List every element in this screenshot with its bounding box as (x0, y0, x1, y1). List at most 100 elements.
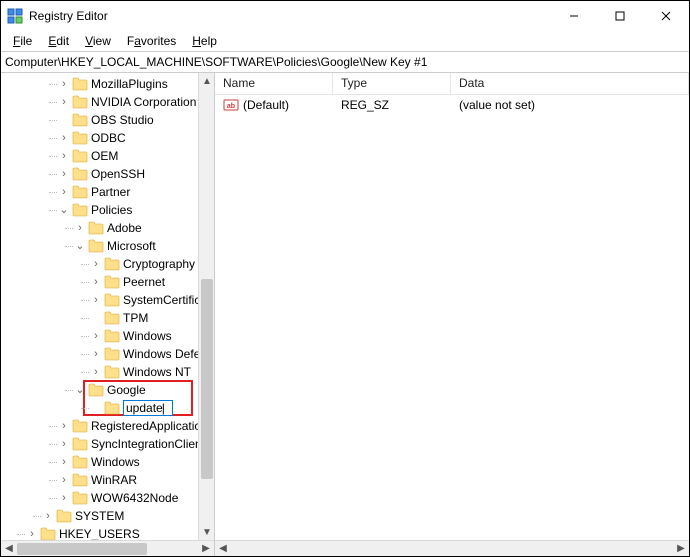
scroll-right-arrow[interactable]: ▶ (198, 541, 214, 557)
folder-icon (72, 491, 88, 505)
folder-icon (72, 95, 88, 109)
tree-item-system[interactable]: › SYSTEM (3, 507, 214, 525)
tree-item-label: OBS Studio (91, 111, 154, 129)
tree: ›MozillaPlugins›NVIDIA CorporationOBS St… (1, 73, 214, 540)
expand-toggle[interactable]: › (57, 183, 71, 201)
tree-item-label: Policies (91, 201, 132, 219)
tree-item-windows[interactable]: › Windows (3, 327, 214, 345)
expand-toggle[interactable]: ⌄ (57, 201, 71, 219)
tree-item-google[interactable]: ⌄ Google (3, 381, 214, 399)
expand-toggle[interactable]: › (57, 93, 71, 111)
tree-item-openssh[interactable]: ›OpenSSH (3, 165, 214, 183)
tree-item-windows-defen[interactable]: › Windows Defen (3, 345, 214, 363)
expand-toggle[interactable]: › (57, 453, 71, 471)
app-icon (7, 8, 23, 24)
tree-item-peernet[interactable]: ›Peernet (3, 273, 214, 291)
tree-item-cryptography[interactable]: › Cryptography (3, 255, 214, 273)
expand-toggle[interactable]: › (57, 129, 71, 147)
tree-item-systemcertifica[interactable]: ›SystemCertifica (3, 291, 214, 309)
expand-toggle[interactable]: › (89, 363, 103, 381)
folder-icon (104, 365, 120, 379)
column-type[interactable]: Type (333, 73, 451, 94)
scroll-down-arrow[interactable]: ▼ (199, 524, 215, 540)
maximize-button[interactable] (597, 1, 643, 31)
tree-item-mozillaplugins[interactable]: ›MozillaPlugins (3, 75, 214, 93)
tree-item-label: SYSTEM (75, 507, 124, 525)
column-data[interactable]: Data (451, 73, 689, 94)
folder-icon (72, 437, 88, 451)
expand-toggle[interactable]: › (57, 165, 71, 183)
scroll-right-arrow[interactable]: ▶ (673, 541, 689, 557)
tree-item-windows[interactable]: ›Windows (3, 453, 214, 471)
menu-help[interactable]: Help (184, 32, 225, 50)
tree-item-adobe[interactable]: › Adobe (3, 219, 214, 237)
expand-toggle[interactable]: › (89, 255, 103, 273)
tree-item-label: Google (107, 381, 146, 399)
tree-item-winrar[interactable]: ›WinRAR (3, 471, 214, 489)
titlebar: Registry Editor (1, 1, 689, 31)
tree-item-label: Cryptography (123, 255, 195, 273)
folder-icon (104, 311, 120, 325)
expand-toggle[interactable]: › (89, 291, 103, 309)
tree-item-nvidia-corporation[interactable]: ›NVIDIA Corporation (3, 93, 214, 111)
tree-item-tpm[interactable]: TPM (3, 309, 214, 327)
tree-item-label: Windows NT (123, 363, 191, 381)
expand-toggle[interactable]: ⌄ (73, 381, 87, 399)
tree-item-update[interactable]: update| (3, 399, 214, 417)
tree-item-registeredapplication[interactable]: ›RegisteredApplication (3, 417, 214, 435)
scroll-thumb-h[interactable] (17, 543, 147, 555)
expand-toggle[interactable]: › (41, 507, 55, 525)
tree-item-label: SyncIntegrationClient (91, 435, 205, 453)
tree-item-policies[interactable]: ⌄ Policies (3, 201, 214, 219)
rename-input[interactable]: update| (123, 400, 173, 416)
tree-item-partner[interactable]: ›Partner (3, 183, 214, 201)
tree-item-windows-nt[interactable]: › Windows NT (3, 363, 214, 381)
list-horizontal-scrollbar[interactable]: ◀ ▶ (215, 540, 689, 556)
address-bar[interactable]: Computer\HKEY_LOCAL_MACHINE\SOFTWARE\Pol… (1, 51, 689, 73)
expand-toggle[interactable]: › (89, 327, 103, 345)
tree-item-label: Windows (123, 327, 172, 345)
scroll-left-arrow[interactable]: ◀ (215, 541, 231, 557)
menu-edit[interactable]: Edit (40, 32, 77, 50)
menu-view[interactable]: View (77, 32, 119, 50)
scroll-up-arrow[interactable]: ▲ (199, 73, 215, 89)
tree-horizontal-scrollbar[interactable]: ◀ ▶ (1, 540, 214, 556)
column-name[interactable]: Name (215, 73, 333, 94)
expand-toggle[interactable]: › (89, 273, 103, 291)
tree-scroll[interactable]: ›MozillaPlugins›NVIDIA CorporationOBS St… (1, 73, 214, 540)
tree-item-odbc[interactable]: ›ODBC (3, 129, 214, 147)
folder-icon (88, 239, 104, 253)
list-row[interactable]: ab (Default) REG_SZ (value not set) (215, 95, 689, 115)
expand-toggle[interactable]: › (73, 219, 87, 237)
tree-item-microsoft[interactable]: ⌄Microsoft (3, 237, 214, 255)
tree-item-wow6432node[interactable]: ›WOW6432Node (3, 489, 214, 507)
expand-toggle[interactable]: › (25, 525, 39, 540)
menu-file[interactable]: File (5, 32, 40, 50)
scroll-left-arrow[interactable]: ◀ (1, 541, 17, 557)
tree-pane: ›MozillaPlugins›NVIDIA CorporationOBS St… (1, 73, 215, 556)
expand-toggle[interactable]: › (57, 435, 71, 453)
tree-item-label: Windows Defen (123, 345, 207, 363)
expand-toggle[interactable]: › (89, 345, 103, 363)
minimize-button[interactable] (551, 1, 597, 31)
list-body[interactable]: ab (Default) REG_SZ (value not set) (215, 95, 689, 540)
menu-help-label: elp (201, 34, 217, 48)
tree-item-oem[interactable]: ›OEM (3, 147, 214, 165)
tree-item-hkey-users[interactable]: ›HKEY_USERS (3, 525, 214, 540)
expand-toggle[interactable]: › (57, 489, 71, 507)
expand-toggle[interactable]: › (57, 417, 71, 435)
close-button[interactable] (643, 1, 689, 31)
tree-item-label: Adobe (107, 219, 142, 237)
menu-favorites[interactable]: Favorites (119, 32, 184, 50)
menu-file-label: ile (20, 34, 32, 48)
tree-item-syncintegrationclient[interactable]: › SyncIntegrationClient (3, 435, 214, 453)
expand-toggle[interactable]: › (57, 75, 71, 93)
expand-toggle[interactable]: › (57, 147, 71, 165)
tree-vertical-scrollbar[interactable]: ▲ ▼ (198, 73, 214, 540)
expand-toggle[interactable]: › (57, 471, 71, 489)
svg-text:ab: ab (227, 103, 235, 110)
expand-toggle[interactable]: ⌄ (73, 237, 87, 255)
folder-icon (72, 131, 88, 145)
tree-item-obs-studio[interactable]: OBS Studio (3, 111, 214, 129)
scroll-thumb[interactable] (201, 279, 213, 479)
